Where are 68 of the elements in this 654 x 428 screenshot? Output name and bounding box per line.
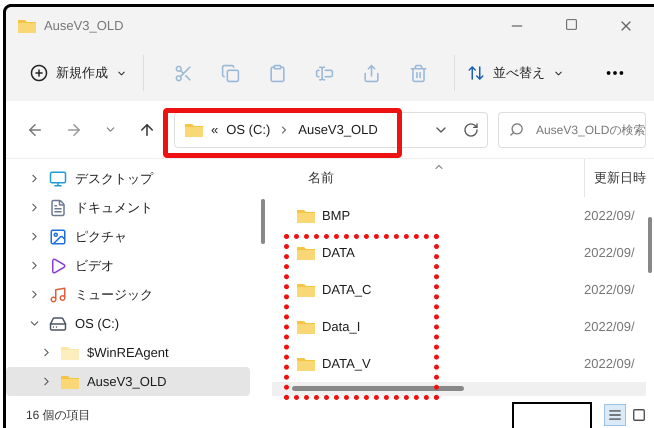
modified-date: 2022/09/ bbox=[584, 206, 636, 225]
sidebar-item[interactable]: デスクトップ bbox=[6, 164, 250, 193]
scrollbar-thumb[interactable] bbox=[261, 199, 265, 244]
scrollbar-thumb[interactable] bbox=[648, 217, 652, 273]
sidebar-label: $WinREAgent bbox=[87, 344, 169, 362]
sidebar-label: デスクトップ bbox=[75, 170, 153, 188]
modified-date: 2022/09/ bbox=[584, 354, 636, 373]
item-count: 16 個の項目 bbox=[26, 407, 91, 424]
sidebar-item[interactable]: $WinREAgent bbox=[6, 338, 250, 367]
window-title: AuseV3_OLD bbox=[44, 17, 124, 36]
file-row[interactable]: DATA_C 2022/09/ bbox=[272, 271, 646, 308]
file-row[interactable]: BMP 2022/09/ bbox=[272, 197, 646, 234]
overflow-chevron[interactable]: « bbox=[211, 120, 218, 140]
folder-icon bbox=[297, 356, 315, 370]
file-name: Data_I bbox=[322, 318, 360, 336]
file-name: DATA bbox=[322, 244, 355, 262]
plus-icon bbox=[30, 64, 48, 82]
sidebar-item[interactable]: AuseV3_OLD bbox=[6, 367, 250, 396]
sort-button[interactable]: 並べ替え bbox=[467, 63, 564, 83]
sidebar-label: ドキュメント bbox=[75, 198, 153, 217]
sidebar-item[interactable]: ドキュメント bbox=[6, 193, 250, 222]
square-icon bbox=[632, 408, 646, 422]
sidebar-item[interactable]: OS (C:) bbox=[6, 309, 250, 338]
column-header[interactable]: 名前 bbox=[308, 168, 334, 188]
breadcrumb[interactable]: AuseV3_OLD bbox=[298, 120, 378, 140]
search-icon bbox=[509, 122, 524, 137]
picture-icon bbox=[49, 228, 67, 246]
sidebar-item[interactable]: ビデオ bbox=[6, 251, 250, 280]
refresh-icon[interactable] bbox=[463, 122, 479, 138]
scrollbar-thumb[interactable] bbox=[292, 386, 464, 391]
document-icon bbox=[49, 198, 67, 216]
drive-icon bbox=[49, 314, 67, 332]
video-icon bbox=[49, 256, 67, 274]
sidebar-label: ビデオ bbox=[75, 256, 114, 275]
search-field[interactable]: AuseV3_OLDの検索 bbox=[498, 112, 646, 148]
folder-icon bbox=[61, 374, 79, 388]
file-name: BMP bbox=[322, 206, 350, 225]
list-icon bbox=[608, 408, 622, 422]
folder-icon bbox=[185, 122, 203, 136]
sidebar-item[interactable]: ミュージック bbox=[6, 280, 250, 309]
breadcrumb[interactable]: OS (C:) bbox=[226, 120, 270, 140]
music-icon bbox=[49, 286, 67, 304]
modified-date: 2022/09/ bbox=[584, 280, 636, 299]
folder-icon bbox=[297, 320, 315, 334]
folder-icon bbox=[297, 282, 315, 296]
file-row[interactable]: Data_I 2022/09/ bbox=[272, 308, 646, 345]
folder-icon bbox=[18, 19, 36, 33]
sidebar-label: OS (C:) bbox=[75, 314, 120, 333]
sort-icon bbox=[467, 64, 485, 82]
folder-icon bbox=[61, 346, 79, 360]
modified-date: 2022/09/ bbox=[584, 244, 636, 262]
maximize-icon[interactable] bbox=[565, 18, 578, 31]
sidebar-label: ピクチャ bbox=[75, 228, 127, 246]
sidebar-label: ミュージック bbox=[75, 286, 153, 304]
file-row[interactable]: DATA 2022/09/ bbox=[272, 234, 646, 271]
file-name: DATA_C bbox=[322, 280, 372, 299]
file-row[interactable]: DATA_V 2022/09/ bbox=[272, 345, 646, 382]
file-name: DATA_V bbox=[322, 354, 371, 373]
address-bar[interactable]: « OS (C:) AuseV3_OLD bbox=[174, 112, 488, 148]
folder-icon bbox=[297, 208, 315, 222]
column-header[interactable]: 更新日時 bbox=[594, 168, 646, 188]
new-button[interactable]: 新規作成 bbox=[30, 63, 127, 83]
desktop-icon bbox=[49, 170, 67, 188]
sidebar-label: AuseV3_OLD bbox=[87, 372, 166, 391]
modified-date: 2022/09/ bbox=[584, 318, 636, 336]
sidebar-item[interactable]: ピクチャ bbox=[6, 222, 250, 251]
folder-icon bbox=[297, 246, 315, 260]
details-view-button[interactable] bbox=[604, 404, 626, 426]
